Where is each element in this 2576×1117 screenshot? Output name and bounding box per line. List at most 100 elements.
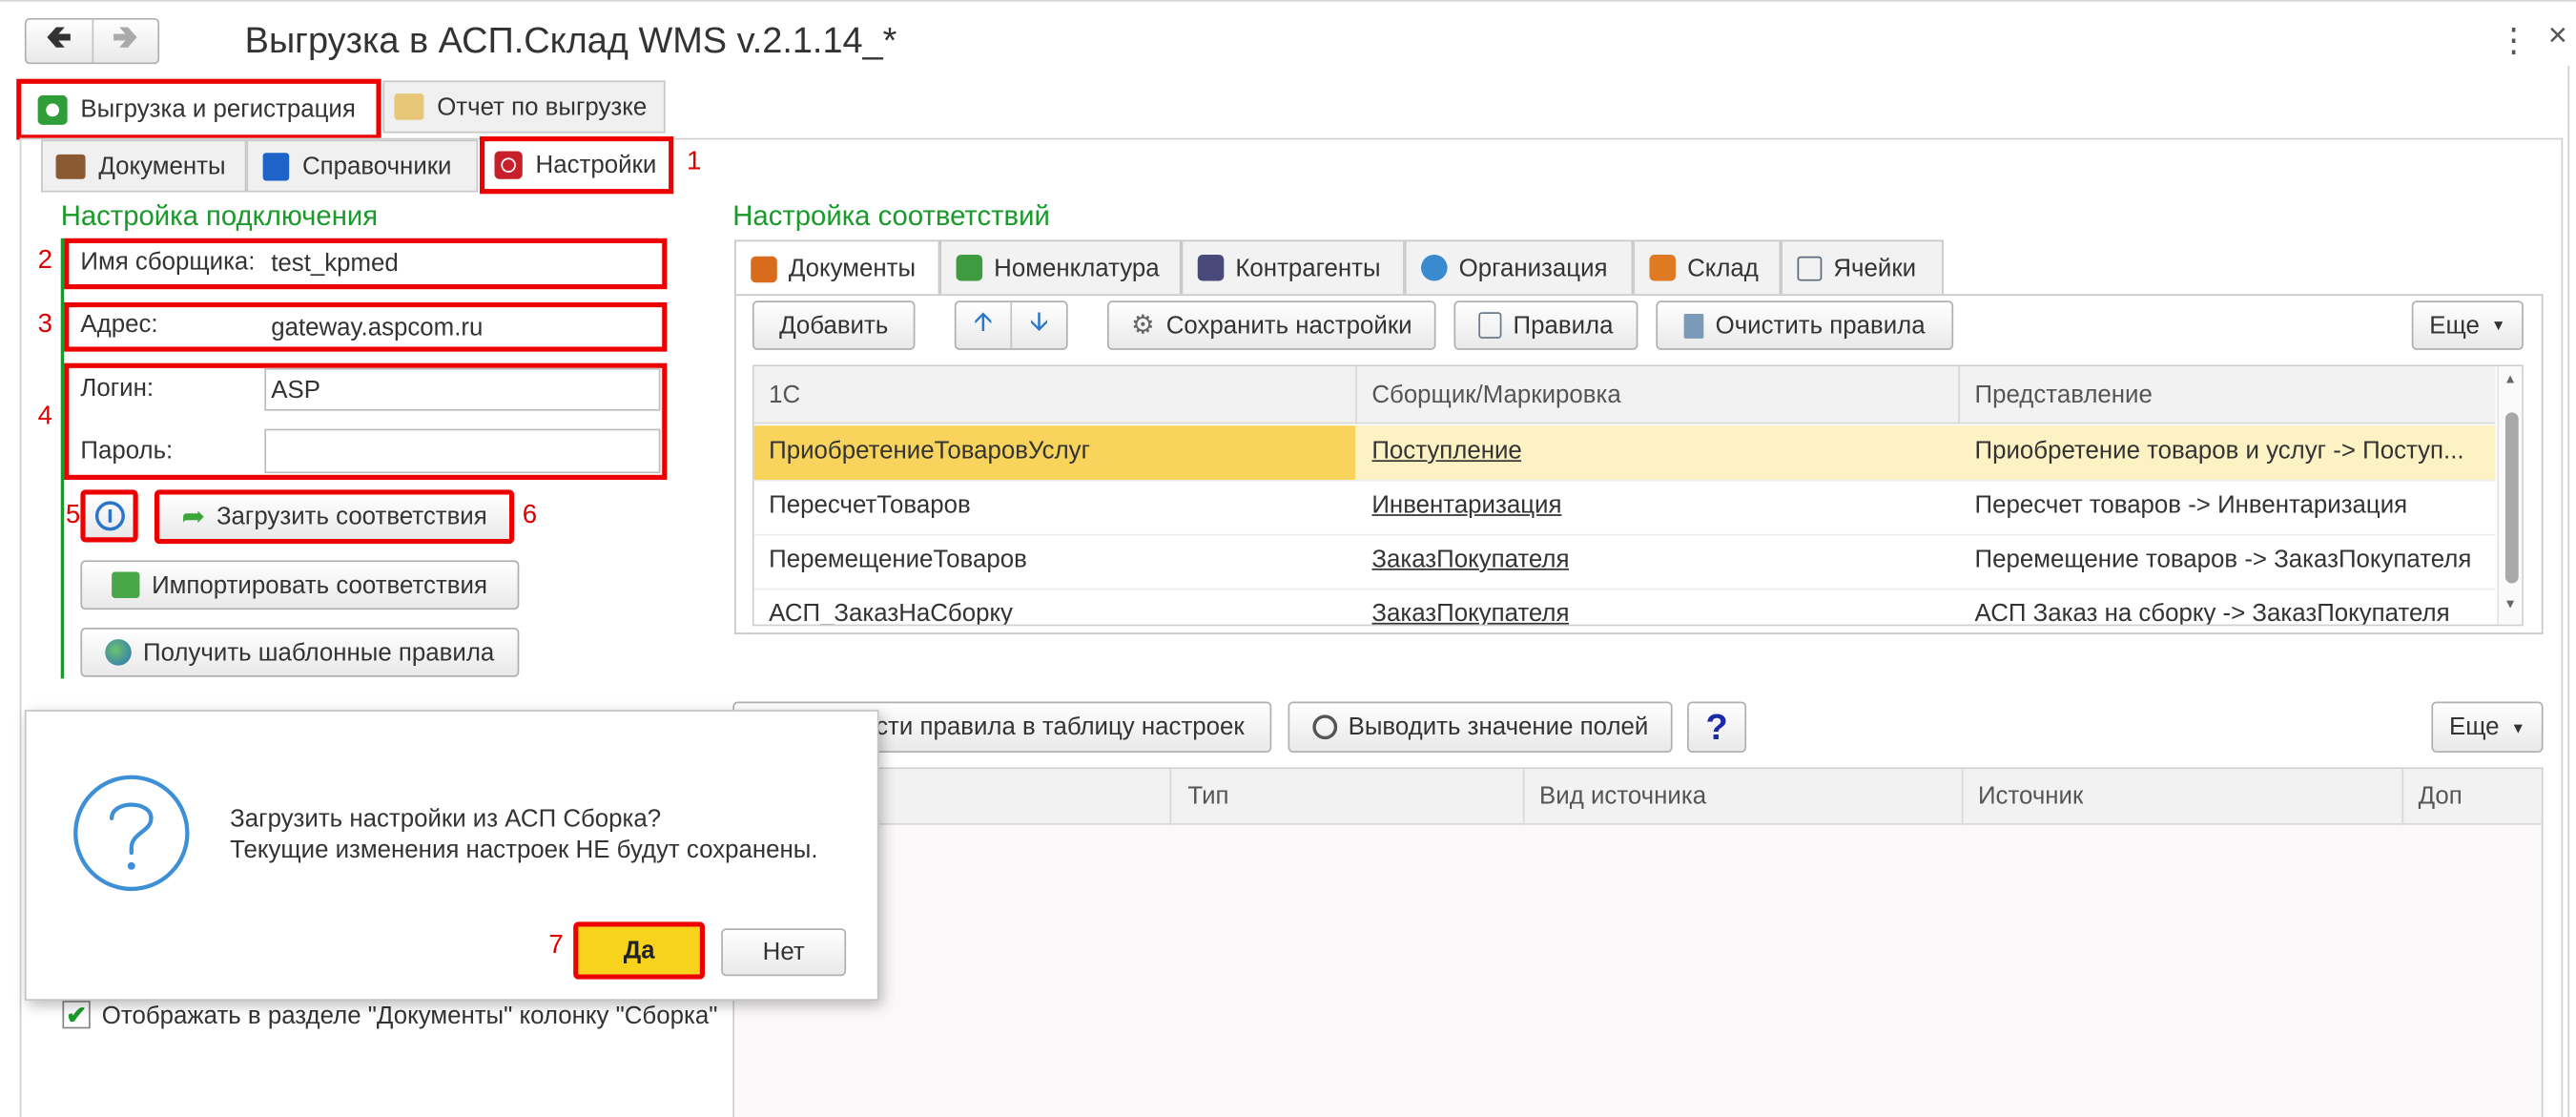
- arrow-forward-icon: ➦: [181, 500, 205, 532]
- no-button[interactable]: Нет: [721, 928, 847, 977]
- column-header[interactable]: 1С: [769, 382, 800, 409]
- people-icon: [1197, 254, 1225, 281]
- button-label: Выводить значение полей: [1348, 713, 1649, 741]
- login-label: Логин:: [80, 374, 155, 403]
- rules-more-button[interactable]: Еще ▼: [2431, 701, 2544, 753]
- tab-label: Документы: [788, 254, 917, 283]
- subtab-references[interactable]: Справочники: [246, 139, 479, 193]
- login-field[interactable]: ASP: [264, 367, 661, 411]
- tab-label: Справочники: [301, 152, 452, 180]
- table-cell-link[interactable]: Поступление: [1371, 437, 1521, 465]
- button-label: Очистить правила: [1715, 311, 1926, 340]
- marker-1: 1: [687, 148, 702, 176]
- window-title: Выгрузка в АСП.Склад WMS v.2.1.14_*: [244, 19, 897, 61]
- table-cell: Перемещение товаров -> ЗаказПокупателя: [1974, 545, 2472, 574]
- address-label: Адрес:: [80, 310, 158, 339]
- scrollbar[interactable]: ▲ ▼: [2497, 366, 2523, 625]
- mapping-table: 1С Сборщик/Маркировка Представление Прио…: [752, 364, 2524, 627]
- tab-label: Склад: [1687, 254, 1759, 282]
- yes-button[interactable]: Да: [573, 921, 705, 980]
- subtab-settings[interactable]: Настройки: [479, 135, 674, 195]
- button-label: сти правила в таблицу настроек: [876, 713, 1245, 741]
- save-settings-button[interactable]: ⚙ Сохранить настройки: [1107, 300, 1436, 350]
- button-label: Правила: [1513, 311, 1614, 340]
- arrow-right-icon: 🢂: [112, 19, 139, 56]
- tab-label: Номенклатура: [994, 254, 1160, 282]
- mapping-tab-nomenclature[interactable]: Номенклатура: [939, 239, 1182, 295]
- table-cell: ПеремещениеТоваров: [769, 545, 1027, 574]
- collector-name-field[interactable]: test_kpmed: [264, 241, 662, 284]
- gear-icon: ⚙: [1130, 312, 1155, 341]
- trash-icon: [1683, 313, 1704, 338]
- button-label: Нет: [762, 938, 805, 966]
- mapping-tab-cells[interactable]: Ячейки: [1781, 239, 1944, 295]
- collector-label: Имя сборщика:: [80, 248, 256, 277]
- book-icon: [262, 152, 290, 180]
- column-header[interactable]: Доп: [2419, 782, 2463, 810]
- column-header[interactable]: Вид источника: [1539, 782, 1706, 810]
- column-header[interactable]: Источник: [1978, 782, 2083, 810]
- tab-export-registration[interactable]: Выгрузка и регистрация: [16, 78, 381, 140]
- address-field[interactable]: gateway.aspcom.ru: [264, 305, 662, 348]
- question-icon: ?: [1705, 705, 1728, 747]
- scroll-down-icon[interactable]: ▼: [2504, 596, 2517, 611]
- scrollbar-thumb[interactable]: [2504, 412, 2519, 584]
- password-field[interactable]: [264, 428, 661, 474]
- more-menu-icon[interactable]: ⋮: [2497, 20, 2529, 61]
- dialog-message-line2: Текущие изменения настроек НЕ будут сохр…: [230, 836, 818, 865]
- tab-label: Контрагенты: [1235, 254, 1381, 282]
- mapping-heading: Настройка соответствий: [732, 200, 1050, 232]
- button-label: Сохранить настройки: [1165, 311, 1412, 340]
- column-header[interactable]: Сборщик/Маркировка: [1371, 382, 1620, 409]
- move-up-button[interactable]: 🡩: [957, 301, 1013, 349]
- button-label: Да: [623, 936, 655, 965]
- move-buttons: 🡩 🡫: [954, 300, 1068, 350]
- window-edge: [2567, 65, 2570, 1117]
- import-mappings-button[interactable]: Импортировать соответствия: [80, 560, 520, 610]
- arrow-left-icon: 🢀: [45, 19, 72, 56]
- rules-button[interactable]: Правила: [1453, 300, 1638, 350]
- nav-buttons: 🢀 🢂: [24, 17, 160, 65]
- close-icon[interactable]: ×: [2548, 18, 2567, 56]
- table-cell-link[interactable]: Инвентаризация: [1371, 491, 1561, 519]
- mapping-tab-warehouse[interactable]: Склад: [1633, 239, 1782, 295]
- marker-7: 7: [548, 931, 564, 960]
- forward-button[interactable]: 🢂: [93, 20, 157, 63]
- col-divider: [1958, 366, 1961, 424]
- show-column-checkbox[interactable]: ✔: [62, 1001, 91, 1029]
- back-button[interactable]: 🢀: [27, 19, 93, 63]
- column-header[interactable]: Представление: [1975, 382, 2153, 409]
- table-cell-link[interactable]: ЗаказПокупателя: [1371, 600, 1569, 625]
- tab-label: Настройки: [535, 151, 657, 179]
- connect-button[interactable]: [80, 489, 138, 543]
- rules-table: Тип Вид источника Источник Доп: [732, 767, 2544, 1117]
- globe-icon: [105, 639, 132, 666]
- column-header[interactable]: Тип: [1187, 782, 1228, 810]
- show-fields-button[interactable]: Выводить значение полей: [1288, 701, 1673, 753]
- mapping-tab-counterparties[interactable]: Контрагенты: [1181, 239, 1405, 295]
- move-down-button[interactable]: 🡫: [1012, 302, 1066, 348]
- help-button[interactable]: ?: [1687, 701, 1747, 753]
- question-icon: [73, 775, 190, 892]
- col-divider: [1961, 769, 1964, 825]
- tab-export-report[interactable]: Отчет по выгрузке: [382, 80, 666, 134]
- button-label: Импортировать соответствия: [152, 570, 487, 599]
- scroll-up-icon[interactable]: ▲: [2504, 371, 2517, 386]
- rules-icon: [1478, 312, 1502, 339]
- mapping-tab-organization[interactable]: Организация: [1404, 239, 1634, 295]
- table-cell-link[interactable]: ЗаказПокупателя: [1371, 546, 1569, 573]
- caret-down-icon: ▼: [2490, 317, 2506, 334]
- power-icon: [94, 501, 125, 531]
- load-mappings-button[interactable]: ➦ Загрузить соответствия: [154, 489, 515, 545]
- subtab-documents[interactable]: Документы: [41, 139, 247, 193]
- documents-icon: [751, 255, 777, 282]
- add-button[interactable]: Добавить: [752, 300, 916, 350]
- template-rules-button[interactable]: Получить шаблонные правила: [80, 628, 520, 677]
- mapping-more-button[interactable]: Еще ▼: [2411, 300, 2524, 350]
- arrow-down-icon: 🡫: [1029, 307, 1049, 337]
- marker-4: 4: [37, 403, 52, 431]
- clear-rules-button[interactable]: Очистить правила: [1656, 300, 1954, 350]
- marker-5: 5: [65, 501, 81, 529]
- mapping-tab-documents[interactable]: Документы: [733, 239, 940, 297]
- col-divider: [2401, 769, 2404, 825]
